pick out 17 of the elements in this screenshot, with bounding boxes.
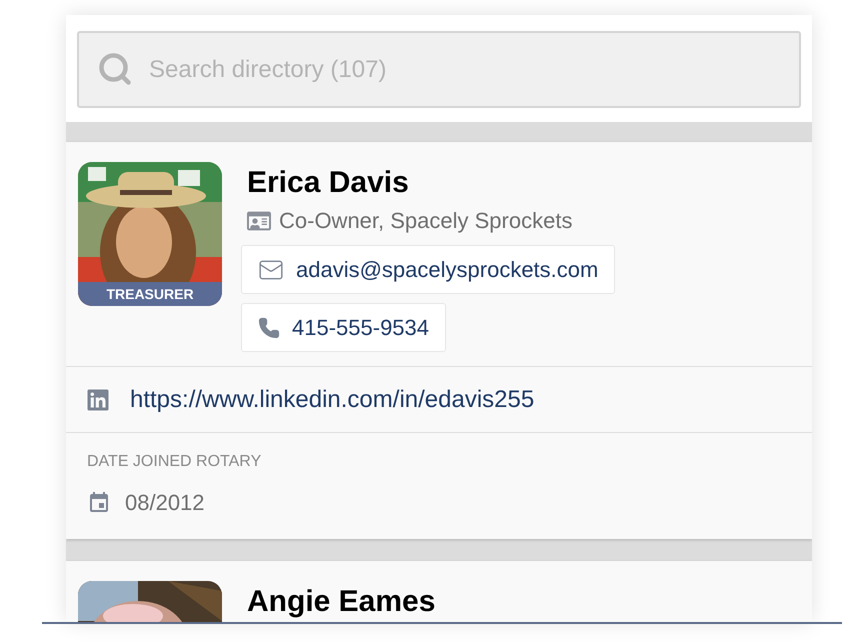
email-chip[interactable]: adavis@spacelysprockets.com (241, 245, 616, 294)
phone-icon (258, 316, 280, 338)
linkedin-link[interactable]: https://www.linkedin.com/in/edavis255 (130, 382, 534, 418)
member-name: Angie Eames (247, 587, 436, 617)
calendar-icon (87, 490, 111, 514)
linkedin-icon (86, 388, 110, 412)
member-card[interactable]: Angie Eames (66, 561, 812, 622)
date-label: DATE JOINED ROTARY (87, 452, 262, 472)
role-badge: TREASURER (78, 282, 222, 306)
search-field[interactable]: Search directory (107) (77, 31, 801, 108)
id-card-icon (247, 208, 271, 232)
search-icon (97, 51, 133, 87)
member-title: Co-Owner, Spacely Sprockets (279, 207, 572, 235)
member-card[interactable]: TREASURER Erica Davis Co-Owner, Spacely Sprockets adavis@spacelysprockets.com 415-555-9534 https://www.linkedin.com/in/edavis255 DATE JOINED ROTARY 08/2012 (66, 142, 812, 539)
member-name: Erica Davis (247, 168, 410, 198)
phone-chip[interactable]: 415-555-9534 (241, 303, 446, 352)
date-joined: 08/2012 (125, 489, 205, 517)
